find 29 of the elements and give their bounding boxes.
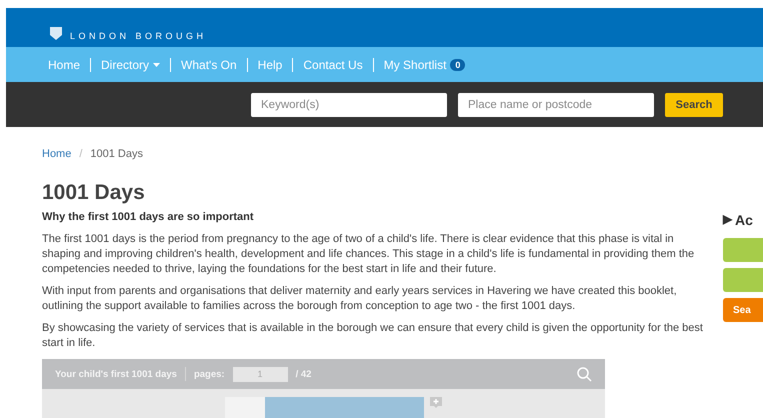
search-button[interactable]: Search: [665, 92, 723, 116]
logo-subtitle: LONDON BOROUGH: [70, 31, 207, 41]
nav-link[interactable]: Help: [258, 58, 282, 72]
keyword-field[interactable]: Keyword(s): [251, 92, 447, 116]
shortlist-count: 0: [450, 58, 466, 70]
caret-icon: [153, 62, 160, 66]
paragraph: By showcasing the variety of services that is available in the borough we can ensure that every child is given the opportunity for the best start in life.: [42, 321, 703, 352]
sidebar-heading: Ac: [735, 212, 753, 228]
sidebar-button[interactable]: [723, 268, 763, 292]
nav-link[interactable]: Directory: [101, 58, 160, 72]
paragraph: With input from parents and organisations that deliver maternity and early years services in Havering we have created this booklet, outlining the support available to families across the borough from conception to age two - the first 1001 days.: [42, 284, 678, 314]
nav-link[interactable]: What's On: [181, 58, 237, 72]
arrow-icon: ▶: [723, 212, 732, 228]
paragraph: The first 1001 days is the period from pregnancy to the age of two of a child's life. There is clear evidence that this phase is vital in shaping and improving children's health, development and life chances. This stage in a child's life is fundamental in providing them the competencies needed to thrive, laying the foundations for the best start in life and their future.: [42, 232, 696, 278]
sidebar-button[interactable]: Sea: [723, 298, 763, 322]
nav-link[interactable]: Contact Us: [303, 58, 363, 72]
search-icon[interactable]: [577, 366, 592, 382]
breadcrumb-separator: /: [79, 148, 82, 160]
breadcrumb-link[interactable]: Home: [42, 148, 72, 160]
place-field[interactable]: Place name or postcode: [458, 92, 654, 116]
nav-link[interactable]: Home: [48, 58, 80, 72]
section-heading: Why the first 1001 days are so important: [42, 211, 255, 224]
sidebar-button[interactable]: [723, 238, 763, 262]
crest-icon: [48, 27, 64, 41]
page-title: 1001 Days: [42, 180, 146, 206]
nav-link[interactable]: My Shortlist 0: [384, 58, 466, 72]
zoom-in-icon[interactable]: [430, 397, 442, 408]
page-field[interactable]: 1: [232, 366, 288, 382]
breadcrumb-current: 1001 Days: [90, 148, 143, 160]
